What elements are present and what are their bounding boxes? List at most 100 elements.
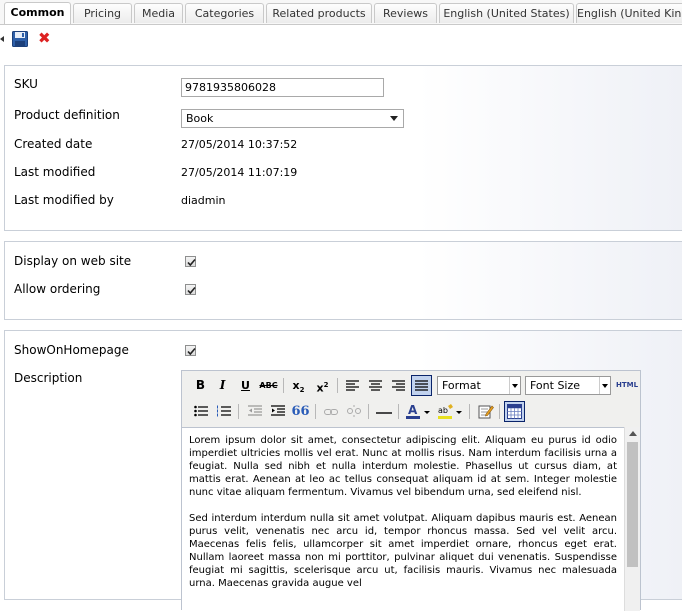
chevron-down-icon [599,377,610,394]
unlink-icon [346,405,361,417]
indent-button[interactable] [267,401,288,422]
toolbar-separator [283,378,284,393]
last-modified-label: Last modified [14,165,96,179]
outdent-icon [247,405,262,416]
html-source-button[interactable]: HTML [616,375,638,396]
last-modified-by-value: diadmin [181,194,226,207]
checkmark-icon [187,258,196,267]
chevron-down-icon [509,377,520,394]
product-definition-label: Product definition [14,108,120,122]
align-left-button[interactable] [342,375,363,396]
scrollbar-thumb[interactable] [627,442,638,567]
blockquote-button[interactable]: 66 [290,401,311,422]
product-definition-select[interactable]: Book [181,109,404,128]
align-right-button[interactable] [388,375,409,396]
last-modified-by-label: Last modified by [14,193,114,207]
visibility-panel: Display on web site Allow ordering [4,241,682,320]
sku-input[interactable]: 9781935806028 [181,78,384,97]
align-center-icon [369,380,382,391]
edit-pencil-icon [478,405,494,419]
horizontal-rule-button[interactable] [373,401,394,422]
italic-button[interactable]: I [212,375,233,396]
editor-toolbar-row-1: B I U ABC x2 x2 Format Font Size HTML [182,373,640,399]
horizontal-rule-icon [375,412,392,414]
display-on-web-site-label: Display on web site [14,254,132,268]
font-size-dropdown[interactable]: Font Size [525,376,611,395]
checkmark-icon [187,286,196,295]
last-modified-value: 27/05/2014 11:07:19 [181,166,298,179]
outdent-button[interactable] [244,401,265,422]
rich-text-editor: B I U ABC x2 x2 Format Font Size HTML 66… [181,370,641,611]
editor-scrollbar[interactable] [624,427,640,611]
numbered-list-icon [216,405,231,417]
format-dropdown[interactable]: Format [437,376,521,395]
tab-common[interactable]: Common [4,2,71,24]
save-icon[interactable] [12,31,28,47]
sku-label: SKU [14,77,38,91]
cancel-icon[interactable]: ✖ [38,29,51,47]
description-paragraph: Lorem ipsum dolor sit amet, consectetur … [189,435,617,498]
text-color-icon: A [406,403,430,419]
allow-ordering-checkbox[interactable] [185,284,196,295]
toolbar-separator [337,378,338,393]
subscript-button[interactable]: x2 [288,375,309,396]
toolbar-separator [368,404,369,419]
bullet-list-button[interactable] [190,401,211,422]
numbered-list-button[interactable] [213,401,234,422]
toolbar-separator [238,404,239,419]
tab-english-uk[interactable]: English (United Kingdom) [576,3,682,23]
tab-pricing[interactable]: Pricing [73,3,132,23]
link-icon [323,409,338,415]
tab-reviews[interactable]: Reviews [374,3,437,23]
display-on-web-site-checkbox[interactable] [185,256,196,267]
action-toolbar: ✖ [0,25,682,56]
allow-ordering-label: Allow ordering [14,282,101,296]
font-size-dropdown-label: Font Size [530,379,581,392]
toolbar-separator [315,404,316,419]
created-date-value: 27/05/2014 10:37:52 [181,138,298,151]
strikethrough-button[interactable]: ABC [258,375,279,396]
insert-link-button[interactable] [320,401,341,422]
scroll-up-arrow-icon[interactable] [629,431,637,436]
cleanup-button[interactable] [475,401,496,422]
collapse-arrow-icon[interactable] [0,36,4,42]
created-date-label: Created date [14,137,93,151]
chevron-down-icon [390,116,398,121]
highlight-color-button[interactable]: ab [436,401,466,422]
tab-english-us[interactable]: English (United States) [439,3,574,23]
toolbar-separator [499,404,500,419]
svg-text:ab: ab [438,406,448,415]
align-left-icon [346,380,359,391]
format-dropdown-label: Format [442,379,481,392]
align-justify-button[interactable] [411,375,432,396]
align-right-icon [392,380,405,391]
blockquote-glyph: 66 [291,404,310,419]
bold-button[interactable]: B [190,375,211,396]
tab-bar: Common Pricing Media Categories Related … [0,0,682,25]
unlink-button[interactable] [343,401,364,422]
toolbar-separator [398,404,399,419]
content-panel: ShowOnHomepage Description B I U ABC x2 … [4,330,682,611]
text-color-button[interactable]: A [404,401,434,422]
align-justify-icon [415,380,428,391]
align-center-button[interactable] [365,375,386,396]
indent-icon [270,405,285,416]
superscript-button[interactable]: x2 [312,375,333,396]
show-on-homepage-checkbox[interactable] [185,345,196,356]
show-on-homepage-label: ShowOnHomepage [14,343,129,357]
svg-text:A: A [408,403,418,417]
tab-related-products[interactable]: Related products [266,3,372,23]
highlight-color-icon: ab [438,404,462,419]
editor-toolbar-row-2: 66 A ab [182,399,640,425]
bullet-list-icon [193,405,208,417]
tab-categories[interactable]: Categories [185,3,264,23]
description-paragraph: Sed interdum interdum nulla sit amet vol… [189,513,617,589]
toggle-guidelines-button[interactable] [504,401,525,422]
table-grid-icon [507,404,522,419]
description-label: Description [14,371,83,385]
underline-button[interactable]: U [235,375,256,396]
checkmark-icon [187,347,196,356]
toolbar-separator [469,404,470,419]
editor-content-area[interactable]: Lorem ipsum dolor sit amet, consectetur … [182,427,624,611]
tab-media[interactable]: Media [134,3,183,23]
